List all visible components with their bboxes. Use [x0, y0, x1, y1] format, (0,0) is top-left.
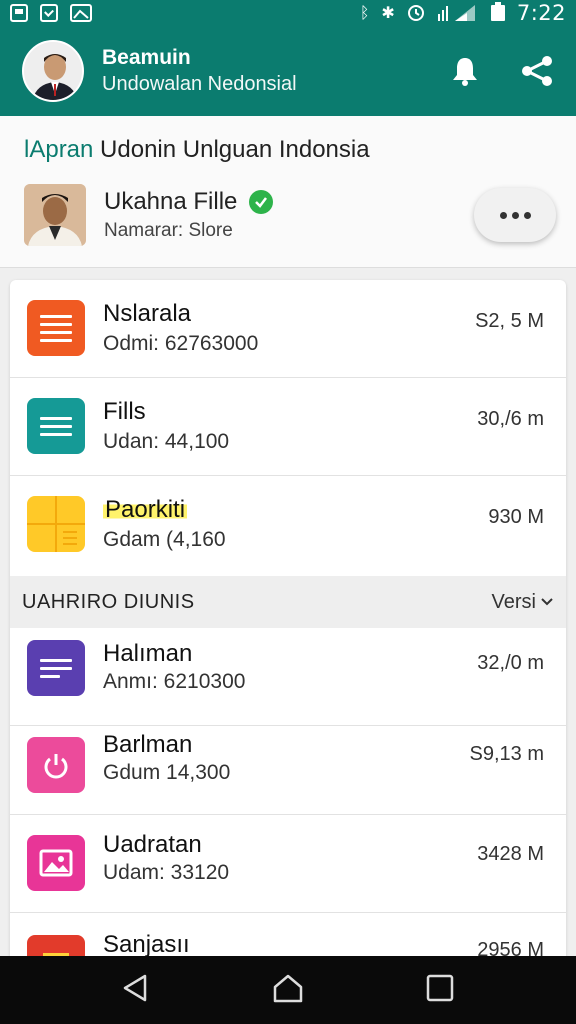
list-item[interactable]: Sanjasıı 2956 M — [10, 913, 566, 960]
page-title: lApran Udonin Unlguan Indonsia — [24, 136, 370, 163]
app-bar: Beamuin Undowalan Nedonsial — [0, 26, 576, 116]
more-options-button[interactable] — [474, 188, 556, 242]
document-orange-icon — [27, 300, 85, 356]
status-bar: ᛒ ✱ 7:22 — [0, 0, 576, 26]
list-item[interactable]: Barlman Gdum 14,300 S9,13 m — [10, 717, 566, 815]
app-title: Beamuin — [102, 46, 191, 69]
owner-row: Ukahna Fille Namarar: Slore — [24, 184, 556, 246]
cloud-icon — [70, 4, 92, 22]
power-pink-icon — [27, 737, 85, 793]
list-item[interactable]: Paorkiti Gdam (4,160 930 M — [10, 476, 566, 574]
photo-magenta-icon — [27, 835, 85, 891]
back-icon[interactable] — [121, 973, 151, 1008]
owner-subtitle: Namarar: Slore — [104, 220, 233, 241]
list-item[interactable]: Fills Udan: 44,100 30,/6 m — [10, 378, 566, 476]
clock: 7:22 — [516, 1, 566, 25]
vibrate-icon: ✱ — [381, 3, 395, 22]
bell-icon[interactable] — [448, 54, 482, 88]
sort-dropdown[interactable]: Versi — [492, 591, 554, 614]
document-teal-icon — [27, 398, 85, 454]
list-item[interactable]: Nslarala Odmi: 62763000 S2, 5 M — [10, 280, 566, 378]
bluetooth-icon: ᛒ — [359, 3, 370, 22]
list-item[interactable]: Halıman Anmı: 6210300 32,/0 m — [10, 628, 566, 726]
section-label: UAHRIRO DIUNIS — [22, 590, 195, 613]
section-header: UAHRIRO DIUNIS Versi — [10, 576, 566, 628]
profile-avatar[interactable] — [22, 40, 84, 102]
check-box-icon — [40, 4, 58, 22]
battery-icon — [490, 2, 505, 21]
header-card: lApran Udonin Unlguan Indonsia Ukahna Fi… — [0, 116, 576, 268]
navigation-bar — [0, 956, 576, 1024]
document-purple-icon — [27, 640, 85, 696]
verified-icon — [249, 190, 274, 214]
owner-name: Ukahna Fille — [104, 188, 238, 215]
image-icon — [10, 4, 28, 22]
home-icon[interactable] — [272, 973, 304, 1008]
table-yellow-icon — [27, 496, 85, 552]
alarm-icon — [407, 5, 424, 21]
recents-icon[interactable] — [425, 973, 455, 1008]
chevron-down-icon — [541, 598, 553, 606]
app-subtitle: Undowalan Nedonsial — [102, 73, 297, 95]
file-list: Nslarala Odmi: 62763000 S2, 5 M Fills Ud… — [10, 280, 566, 960]
signal-icon — [437, 5, 475, 21]
share-icon[interactable] — [520, 54, 554, 88]
list-item[interactable]: Uadratan Udam: 33120 3428 M — [10, 815, 566, 913]
owner-avatar[interactable] — [24, 184, 86, 246]
